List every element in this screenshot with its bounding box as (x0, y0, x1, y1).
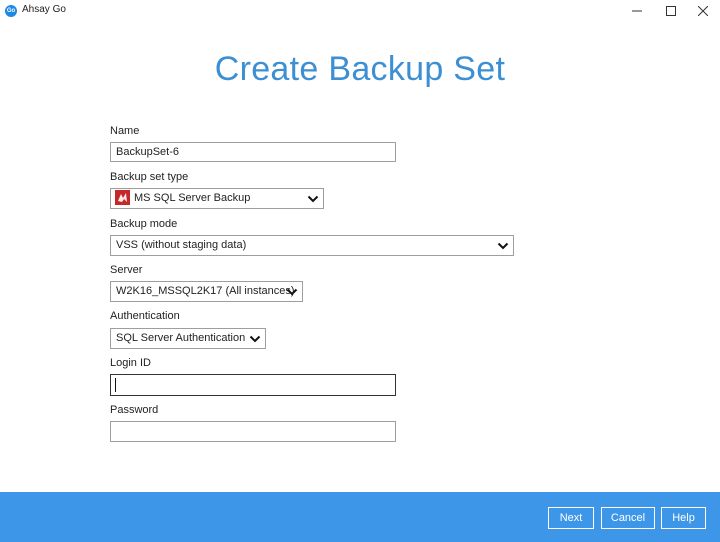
chevron-down-icon (307, 195, 319, 203)
next-button[interactable]: Next (548, 507, 594, 529)
mssql-server-icon (115, 189, 130, 205)
page-title: Create Backup Set (214, 50, 506, 88)
password-label: Password (110, 404, 159, 416)
server-dropdown[interactable]: W2K16_MSSQL2K17 (All instances) (110, 281, 303, 302)
name-label: Name (110, 125, 140, 137)
server-value: W2K16_MSSQL2K17 (All instances) (116, 285, 295, 297)
chevron-down-icon (286, 288, 298, 296)
backup-set-type-value: MS SQL Server Backup (134, 192, 251, 204)
backup-mode-value: VSS (without staging data) (116, 239, 247, 251)
footer-bar: Next Cancel Help (0, 492, 720, 542)
maximize-icon (666, 6, 676, 16)
minimize-button[interactable] (620, 0, 654, 22)
close-icon (698, 6, 708, 16)
authentication-value: SQL Server Authentication (116, 332, 246, 344)
password-input[interactable] (110, 421, 396, 442)
login-id-label: Login ID (110, 357, 151, 369)
authentication-label: Authentication (110, 310, 180, 322)
chevron-down-icon (497, 242, 509, 250)
app-logo-icon: Go (5, 5, 17, 17)
maximize-button[interactable] (654, 0, 688, 22)
backup-mode-label: Backup mode (110, 218, 178, 230)
name-input[interactable]: BackupSet-6 (110, 142, 396, 162)
text-cursor (115, 378, 116, 392)
title-bar: Go Ahsay Go (0, 0, 720, 22)
chevron-down-icon (249, 335, 261, 343)
login-id-input[interactable] (110, 374, 396, 396)
help-button[interactable]: Help (661, 507, 706, 529)
cancel-button[interactable]: Cancel (601, 507, 655, 529)
backup-set-type-dropdown[interactable]: MS SQL Server Backup (110, 188, 324, 209)
close-button[interactable] (686, 0, 720, 22)
backup-mode-dropdown[interactable]: VSS (without staging data) (110, 235, 514, 256)
authentication-dropdown[interactable]: SQL Server Authentication (110, 328, 266, 349)
minimize-icon (632, 10, 642, 12)
backup-set-type-label: Backup set type (110, 171, 189, 183)
app-title: Ahsay Go (22, 4, 66, 15)
server-label: Server (110, 264, 143, 276)
